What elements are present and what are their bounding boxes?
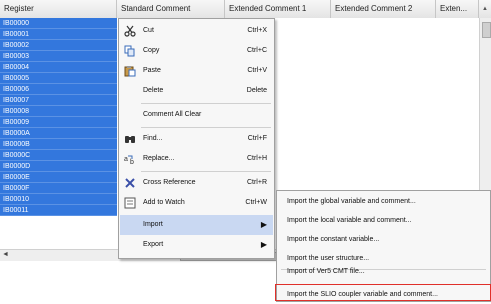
menu-item-shortcut: Ctrl+C <box>246 47 267 54</box>
register-row[interactable]: IB00006 <box>0 84 117 95</box>
watch-icon <box>124 197 136 209</box>
paste-icon <box>124 65 136 77</box>
vertical-scroll-thumb[interactable] <box>482 22 491 38</box>
register-row[interactable]: IB0000D <box>0 161 117 172</box>
menu-item-add-to-watch[interactable]: Add to Watch Ctrl+W <box>120 193 273 213</box>
replace-icon: ab <box>124 153 136 166</box>
register-row[interactable]: IB00008 <box>0 106 117 117</box>
menu-item-find[interactable]: Find... Ctrl+F <box>120 129 273 149</box>
menu-item-label: Add to Watch <box>143 199 185 206</box>
context-menu: Cut Ctrl+X Copy Ctrl+C Paste Ctrl+V Dele… <box>118 18 275 259</box>
submenu-item-import-local-variable[interactable]: Import the local variable and comment... <box>287 211 412 230</box>
menu-item-shortcut: Ctrl+F <box>247 135 267 142</box>
register-row[interactable]: IB0000E <box>0 172 117 183</box>
submenu-arrow-icon: ▶ <box>260 220 267 229</box>
menu-item-label: Find... <box>143 135 163 142</box>
svg-text:a: a <box>124 156 128 163</box>
register-row[interactable]: IB00003 <box>0 51 117 62</box>
register-column: IB00000 IB00001 IB00002 IB00003 IB00004 … <box>0 18 117 216</box>
menu-item-paste[interactable]: Paste Ctrl+V <box>120 61 273 81</box>
register-row[interactable]: IB0000C <box>0 150 117 161</box>
grid-header: Register Standard Comment Extended Comme… <box>0 0 491 19</box>
menu-item-label: Cut <box>143 27 154 34</box>
menu-item-shortcut: Ctrl+W <box>245 199 267 206</box>
copy-icon <box>124 45 136 57</box>
menu-item-label: Import <box>143 221 163 228</box>
column-header-extended-comment-1[interactable]: Extended Comment 1 <box>225 0 331 18</box>
menu-item-copy[interactable]: Copy Ctrl+C <box>120 41 273 61</box>
menu-item-import[interactable]: Import ▶ <box>120 215 273 235</box>
svg-text:b: b <box>130 159 134 165</box>
register-row[interactable]: IB00011 <box>0 205 117 216</box>
menu-item-shortcut: Ctrl+V <box>247 67 267 74</box>
scissors-icon <box>124 25 136 37</box>
submenu-item-import-global-variable[interactable]: Import the global variable and comment..… <box>287 192 416 211</box>
menu-item-label: Export <box>143 241 164 248</box>
menu-item-replace[interactable]: ab Replace... Ctrl+H <box>120 149 273 169</box>
scroll-left-icon[interactable]: ◄ <box>2 251 9 258</box>
menu-item-shortcut: Delete <box>246 87 267 94</box>
menu-item-label: Delete <box>143 87 164 94</box>
binoculars-icon <box>124 133 136 145</box>
menu-separator <box>141 127 271 128</box>
menu-item-label: Replace... <box>143 155 175 162</box>
menu-item-delete[interactable]: Delete Delete <box>120 81 273 101</box>
submenu-item-import-ver5-cmt[interactable]: Import of Ver5 CMT file... <box>287 262 365 281</box>
column-header-extended-comment-3[interactable]: Exten... <box>436 0 479 18</box>
menu-separator <box>141 103 271 104</box>
scroll-up-icon[interactable]: ▲ <box>479 0 491 18</box>
menu-item-shortcut: Ctrl+R <box>246 179 267 186</box>
slio-highlight-callout <box>275 284 491 301</box>
register-row[interactable]: IB0000A <box>0 128 117 139</box>
register-row[interactable]: IB00004 <box>0 62 117 73</box>
menu-item-export[interactable]: Export ▶ <box>120 235 273 255</box>
submenu-arrow-icon: ▶ <box>260 240 267 249</box>
register-row[interactable]: IB0000F <box>0 183 117 194</box>
menu-item-label: Cross Reference <box>143 179 196 186</box>
menu-item-label: Paste <box>143 67 161 74</box>
column-header-standard-comment[interactable]: Standard Comment <box>117 0 225 18</box>
register-row[interactable]: IB00009 <box>0 117 117 128</box>
menu-item-cut[interactable]: Cut Ctrl+X <box>120 21 273 41</box>
register-row[interactable]: IB00007 <box>0 95 117 106</box>
menu-item-shortcut: Ctrl+X <box>247 27 267 34</box>
menu-item-label: Comment All Clear <box>143 111 202 118</box>
register-row[interactable]: IB00001 <box>0 29 117 40</box>
submenu-item-import-constant-variable[interactable]: Import the constant variable... <box>287 230 379 249</box>
cross-reference-icon <box>124 177 136 189</box>
register-row[interactable]: IB0000B <box>0 139 117 150</box>
column-header-extended-comment-2[interactable]: Extended Comment 2 <box>331 0 436 18</box>
column-header-register[interactable]: Register <box>0 0 117 18</box>
register-row[interactable]: IB00005 <box>0 73 117 84</box>
menu-item-cross-reference[interactable]: Cross Reference Ctrl+R <box>120 173 273 193</box>
menu-item-label: Copy <box>143 47 160 54</box>
menu-separator <box>141 171 271 172</box>
menu-item-shortcut: Ctrl+H <box>246 155 267 162</box>
register-row[interactable]: IB00000 <box>0 18 117 29</box>
register-row[interactable]: IB00002 <box>0 40 117 51</box>
menu-item-comment-all-clear[interactable]: Comment All Clear <box>120 105 273 125</box>
register-row[interactable]: IB00010 <box>0 194 117 205</box>
